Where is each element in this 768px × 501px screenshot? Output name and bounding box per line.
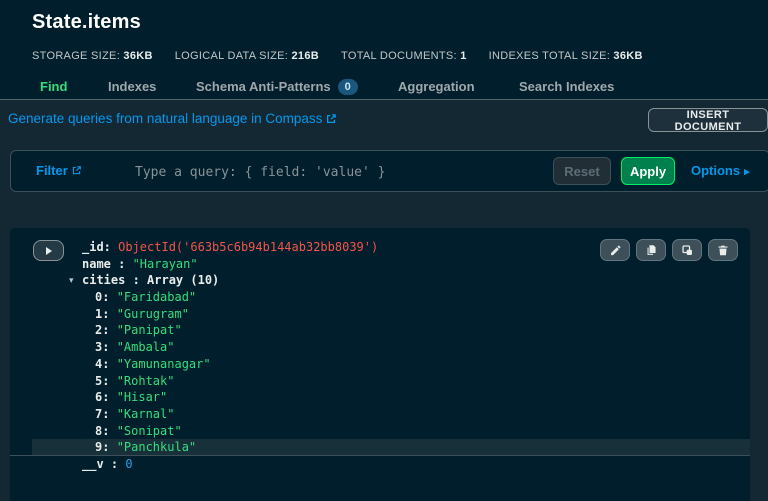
field-key: 3: (95, 340, 117, 354)
filter-label[interactable]: Filter (36, 163, 82, 178)
external-link-icon (325, 113, 337, 125)
document-field-row[interactable]: 4: "Yamunanagar" (10, 356, 750, 373)
stat-total-documents: TOTAL DOCUMENTS: 1 (341, 50, 467, 62)
options-toggle[interactable]: Options▸ (691, 163, 750, 178)
document-field-row[interactable]: 2: "Panipat" (10, 322, 750, 339)
field-key: 4: (95, 357, 117, 371)
field-value: Array (10) (147, 273, 219, 287)
document-field-row[interactable]: 9: "Panchkula" (10, 439, 750, 456)
schema-anti-patterns-badge: 0 (338, 79, 358, 95)
field-value: "Faridabad" (117, 290, 196, 304)
field-value: "Gurugram" (117, 307, 189, 321)
query-bar: Filter Reset Apply Options▸ (10, 150, 768, 192)
field-value: "Ambala" (117, 340, 175, 354)
document-field-row[interactable]: 0: "Faridabad" (10, 289, 750, 306)
field-key: 6: (95, 390, 117, 404)
stat-indexes-total-size: INDEXES TOTAL SIZE: 36KB (489, 50, 643, 62)
field-value: 0 (125, 457, 132, 471)
field-value: "Yamunanagar" (117, 357, 211, 371)
collection-title: State.items (32, 11, 141, 34)
document-field-row[interactable]: 8: "Sonipat" (10, 423, 750, 440)
tab-schema-anti-patterns[interactable]: Schema Anti-Patterns0 (196, 79, 358, 95)
stat-storage-size: STORAGE SIZE: 36KB (32, 50, 153, 62)
stat-logical-data-size: LOGICAL DATA SIZE: 216B (175, 50, 319, 62)
insert-document-button[interactable]: INSERT DOCUMENT (648, 108, 768, 132)
field-key: cities : (82, 273, 147, 287)
external-link-icon (71, 165, 82, 176)
document-field-row[interactable]: 6: "Hisar" (10, 389, 750, 406)
field-value: "Rohtak" (117, 374, 175, 388)
tab-find[interactable]: Find (40, 79, 67, 94)
field-key: name : (82, 257, 133, 271)
document-field-row[interactable]: name : "Harayan" (10, 256, 750, 273)
document-field-row[interactable]: ▾cities : Array (10) (10, 272, 750, 289)
collection-header: State.items STORAGE SIZE: 36KB LOGICAL D… (0, 0, 768, 100)
tab-search-indexes[interactable]: Search Indexes (519, 79, 614, 94)
generate-queries-link[interactable]: Generate queries from natural language i… (8, 111, 337, 126)
field-key: _id: (82, 240, 118, 254)
collection-stats: STORAGE SIZE: 36KB LOGICAL DATA SIZE: 21… (32, 50, 643, 62)
field-key: 2: (95, 323, 117, 337)
tab-indexes[interactable]: Indexes (108, 79, 156, 94)
document-field-row[interactable]: __v : 0 (10, 456, 750, 473)
field-key: 8: (95, 424, 117, 438)
field-value: "Harayan" (133, 257, 198, 271)
field-value: "Karnal" (117, 407, 175, 421)
field-value: "Panchkula" (117, 440, 196, 454)
reset-button[interactable]: Reset (553, 157, 611, 185)
filter-query-input[interactable] (133, 157, 477, 187)
field-key: 9: (95, 440, 117, 454)
field-key: 1: (95, 307, 117, 321)
field-value: "Hisar" (117, 390, 168, 404)
document-field-row[interactable]: 5: "Rohtak" (10, 373, 750, 390)
tab-aggregation[interactable]: Aggregation (398, 79, 475, 94)
document-field-row[interactable]: 1: "Gurugram" (10, 306, 750, 323)
field-value: ObjectId('663b5c6b94b144ab32bb8039') (118, 240, 378, 254)
field-key: 7: (95, 407, 117, 421)
document-field-row[interactable]: 7: "Karnal" (10, 406, 750, 423)
caret-right-icon: ▸ (744, 166, 750, 178)
document-json-tree: _id: ObjectId('663b5c6b94b144ab32bb8039'… (10, 239, 750, 473)
document-card: _id: ObjectId('663b5c6b94b144ab32bb8039'… (10, 228, 750, 501)
document-field-row[interactable]: 3: "Ambala" (10, 339, 750, 356)
document-field-row[interactable]: _id: ObjectId('663b5c6b94b144ab32bb8039'… (10, 239, 750, 256)
field-key: 0: (95, 290, 117, 304)
field-key: 5: (95, 374, 117, 388)
apply-button[interactable]: Apply (621, 157, 675, 185)
field-value: "Sonipat" (117, 424, 182, 438)
field-value: "Panipat" (117, 323, 182, 337)
field-key: __v : (82, 457, 125, 471)
compass-documents-view: State.items STORAGE SIZE: 36KB LOGICAL D… (0, 0, 768, 501)
caret-down-icon[interactable]: ▾ (69, 273, 82, 290)
